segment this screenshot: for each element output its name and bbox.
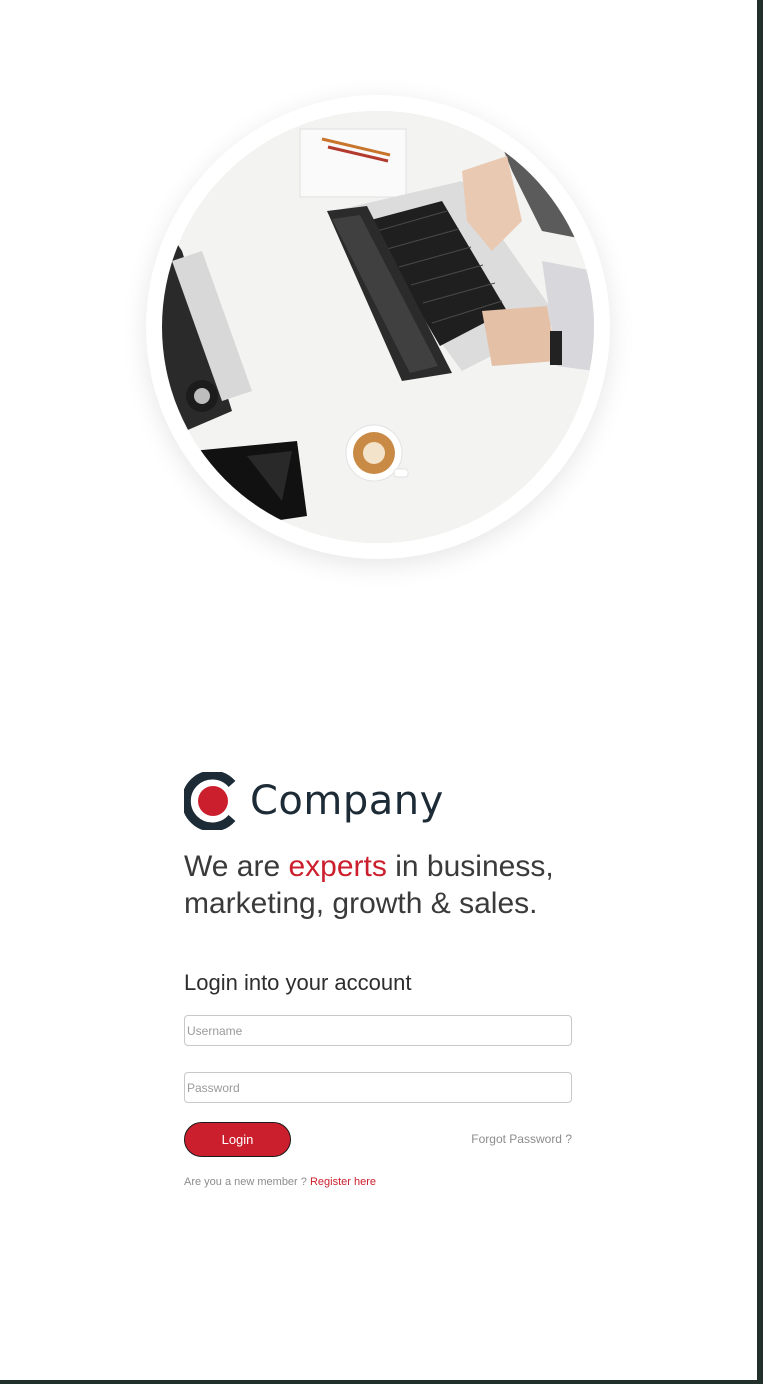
window-edge-bottom bbox=[0, 1380, 763, 1384]
register-link[interactable]: Register here bbox=[310, 1176, 376, 1188]
tagline-part1: We are bbox=[184, 850, 289, 883]
hero-image bbox=[162, 111, 594, 543]
new-member-text: Are you a new member ? bbox=[184, 1176, 310, 1188]
login-button[interactable]: Login bbox=[184, 1122, 291, 1157]
password-input[interactable] bbox=[184, 1072, 572, 1103]
username-input[interactable] bbox=[184, 1015, 572, 1046]
brand: Company bbox=[184, 772, 444, 830]
window-edge-right bbox=[757, 0, 763, 1384]
register-prompt: Are you a new member ? Register here bbox=[184, 1176, 376, 1188]
brand-name: Company bbox=[250, 778, 444, 824]
login-title: Login into your account bbox=[184, 970, 412, 995]
company-logo-icon bbox=[184, 772, 236, 830]
tagline-accent: experts bbox=[288, 850, 387, 883]
forgot-password-link[interactable]: Forgot Password ? bbox=[440, 1132, 572, 1146]
tagline: We are experts in business, marketing, g… bbox=[184, 848, 604, 922]
laptop-desk-photo-icon bbox=[162, 111, 594, 543]
